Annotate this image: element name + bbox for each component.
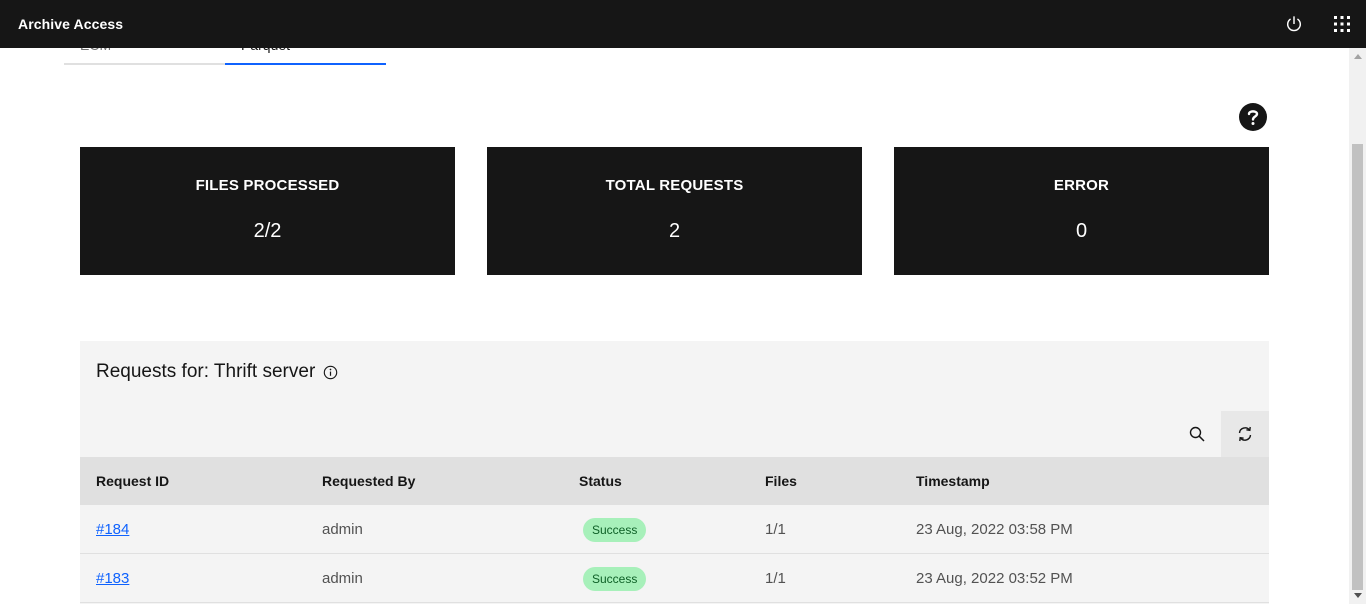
request-id-cell: #183 xyxy=(96,554,129,602)
power-button[interactable] xyxy=(1270,0,1318,48)
requested-by-cell: admin xyxy=(322,570,363,587)
card-value: 0 xyxy=(1075,220,1088,242)
requests-panel: Requests for: Thrift server Request ID R… xyxy=(80,341,1269,604)
card-value: 2 xyxy=(668,220,681,242)
page-scrollbar[interactable] xyxy=(1349,48,1366,604)
scroll-up-arrow-icon[interactable] xyxy=(1349,48,1366,65)
timestamp-cell: 23 Aug, 2022 03:52 PM xyxy=(916,570,1073,587)
files-cell: 1/1 xyxy=(765,521,786,538)
refresh-icon xyxy=(1238,426,1252,442)
app-switcher-button[interactable] xyxy=(1318,0,1366,48)
search-button[interactable] xyxy=(1173,411,1221,457)
card-label: FILES PROCESSED xyxy=(195,177,340,194)
column-header-timestamp: Timestamp xyxy=(916,473,990,489)
column-header-request-id: Request ID xyxy=(96,473,170,489)
header-actions xyxy=(1270,0,1366,48)
table-row: #183 admin Success 1/1 23 Aug, 2022 03:5… xyxy=(80,554,1269,603)
help-icon xyxy=(1247,110,1259,125)
status-badge: Success xyxy=(583,518,647,542)
timestamp-cell: 23 Aug, 2022 03:58 PM xyxy=(916,521,1073,538)
scroll-down-arrow-icon[interactable] xyxy=(1349,587,1366,604)
app-title: Archive Access xyxy=(18,16,124,32)
card-label: ERROR xyxy=(1053,177,1110,194)
panel-title: Requests for: Thrift server xyxy=(96,361,338,383)
request-id-link[interactable]: #184 xyxy=(96,521,129,538)
search-icon xyxy=(1189,426,1205,442)
info-icon[interactable] xyxy=(323,365,338,380)
app-switcher-icon xyxy=(1334,16,1350,32)
error-card: ERROR 0 xyxy=(894,147,1269,275)
help-button[interactable] xyxy=(1239,103,1267,131)
table-row: #184 admin Success 1/1 23 Aug, 2022 03:5… xyxy=(80,505,1269,554)
files-processed-card: FILES PROCESSED 2/2 xyxy=(80,147,455,275)
total-requests-card: TOTAL REQUESTS 2 xyxy=(487,147,862,275)
request-id-link[interactable]: #183 xyxy=(96,570,129,587)
files-cell: 1/1 xyxy=(765,570,786,587)
scrollbar-thumb[interactable] xyxy=(1352,144,1363,590)
column-header-files: Files xyxy=(765,473,797,489)
table-header: Request ID Requested By Status Files Tim… xyxy=(80,457,1269,505)
power-icon xyxy=(1286,16,1302,32)
requested-by-cell: admin xyxy=(322,521,363,538)
column-header-requested-by: Requested By xyxy=(322,473,416,489)
refresh-button[interactable] xyxy=(1221,411,1269,457)
card-value: 2/2 xyxy=(253,220,282,242)
request-id-cell: #184 xyxy=(96,505,129,553)
header-bar: Archive Access xyxy=(0,0,1366,48)
status-badge: Success xyxy=(583,567,647,591)
table-toolbar xyxy=(1173,411,1269,457)
column-header-status: Status xyxy=(579,473,622,489)
card-label: TOTAL REQUESTS xyxy=(605,177,744,194)
panel-title-text: Requests for: Thrift server xyxy=(96,361,316,382)
